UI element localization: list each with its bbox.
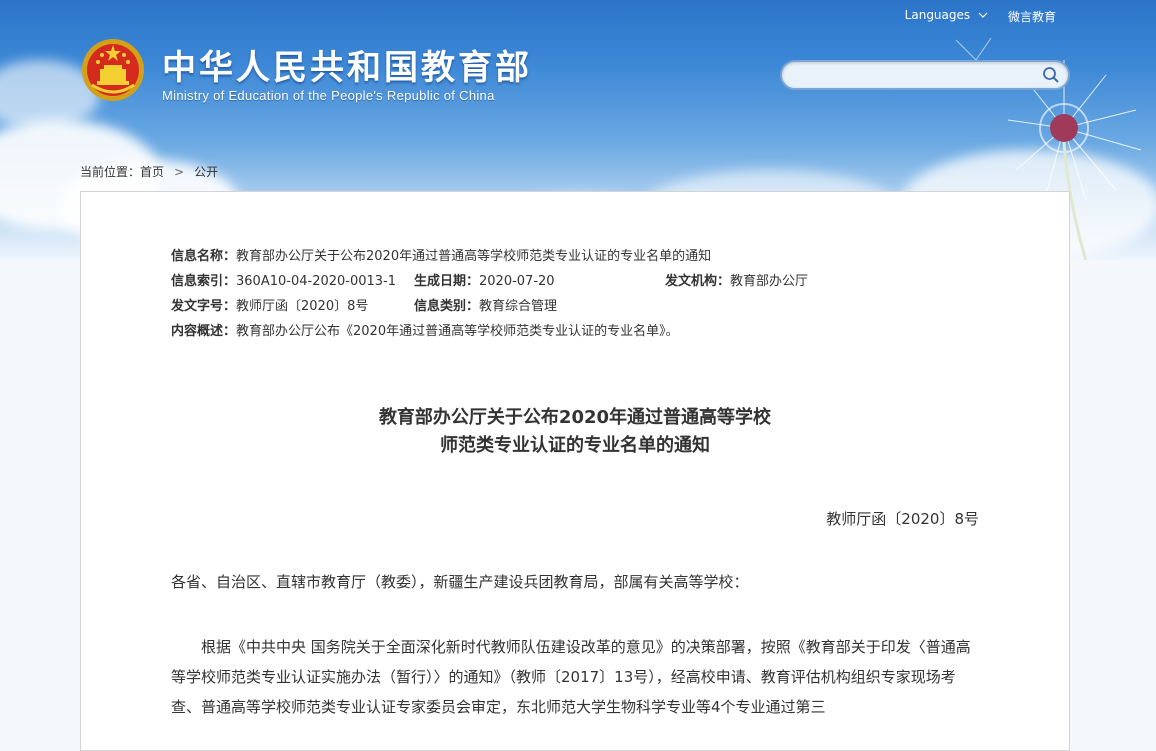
article-salutation: 各省、自治区、直辖市教育厅（教委），新疆生产建设兵团教育局，部属有关高等学校：	[171, 573, 749, 591]
meta-index-label: 信息索引：	[171, 274, 237, 289]
article-doc-number: 教师厅函〔2020〕8号	[826, 510, 979, 528]
meta-category-label: 信息类别：	[414, 299, 480, 314]
meta-docno-value: 教师厅函〔2020〕8号	[236, 299, 369, 314]
meta-org-label: 发文机构：	[665, 274, 731, 289]
article-title: 教育部办公厅关于公布2020年通过普通高等学校 师范类专业认证的专业名单的通知	[81, 404, 1069, 460]
meta-summary-value: 教育部办公厅公布《2020年通过普通高等学校师范类专业认证的专业名单》。	[236, 324, 679, 339]
breadcrumb-prefix: 当前位置：	[80, 165, 141, 179]
search-box	[780, 60, 1070, 90]
site-title[interactable]: 中华人民共和国教育部	[162, 40, 532, 89]
meta-name-value: 教育部办公厅关于公布2020年通过普通高等学校师范类专业认证的专业名单的通知	[236, 249, 712, 264]
meta-name-label: 信息名称：	[171, 249, 237, 264]
breadcrumb-current[interactable]: 公开	[194, 165, 218, 179]
chevron-down-icon	[978, 12, 988, 18]
meta-row-docno: 发文字号：教师厅函〔2020〕8号 信息类别：教育综合管理	[171, 294, 711, 319]
breadcrumb: 当前位置：首页 > 公开	[80, 163, 218, 180]
meta-row-index: 信息索引：360A10-04-2020-0013-1 生成日期：2020-07-…	[171, 269, 808, 294]
meta-date-value: 2020-07-20	[479, 274, 555, 289]
meta-docno-label: 发文字号：	[171, 299, 237, 314]
article-paragraph-1: 根据《中共中央 国务院关于全面深化新时代教师队伍建设改革的意见》的决策部署，按照…	[171, 638, 971, 716]
meta-summary-label: 内容概述：	[171, 324, 237, 339]
search-icon[interactable]	[1042, 66, 1060, 84]
info-meta-table: 信息名称：教育部办公厅关于公布2020年通过普通高等学校师范类专业认证的专业名单…	[171, 244, 808, 344]
meta-row-summary: 内容概述：教育部办公厅公布《2020年通过普通高等学校师范类专业认证的专业名单》…	[171, 319, 711, 344]
breadcrumb-home[interactable]: 首页	[140, 165, 164, 179]
site-subtitle: Ministry of Education of the People's Re…	[162, 88, 495, 103]
search-input[interactable]	[794, 62, 1038, 90]
meta-row-name: 信息名称：教育部办公厅关于公布2020年通过普通高等学校师范类专业认证的专业名单…	[171, 244, 711, 269]
top-nav: Languages 微言教育	[905, 8, 1056, 25]
article-title-line2: 师范类专业认证的专业名单的通知	[440, 435, 710, 456]
national-emblem-icon[interactable]	[80, 37, 146, 103]
content-card: 信息名称：教育部办公厅关于公布2020年通过普通高等学校师范类专业认证的专业名单…	[80, 191, 1070, 751]
article-title-line1: 教育部办公厅关于公布2020年通过普通高等学校	[378, 407, 772, 428]
meta-date-label: 生成日期：	[414, 274, 480, 289]
breadcrumb-separator: >	[174, 165, 185, 179]
languages-menu[interactable]: Languages	[905, 8, 988, 25]
weibo-link[interactable]: 微言教育	[1008, 8, 1056, 25]
languages-label: Languages	[904, 8, 971, 22]
meta-index-value: 360A10-04-2020-0013-1	[236, 274, 397, 289]
meta-org-value: 教育部办公厅	[730, 274, 809, 289]
meta-category-value: 教育综合管理	[479, 299, 558, 314]
